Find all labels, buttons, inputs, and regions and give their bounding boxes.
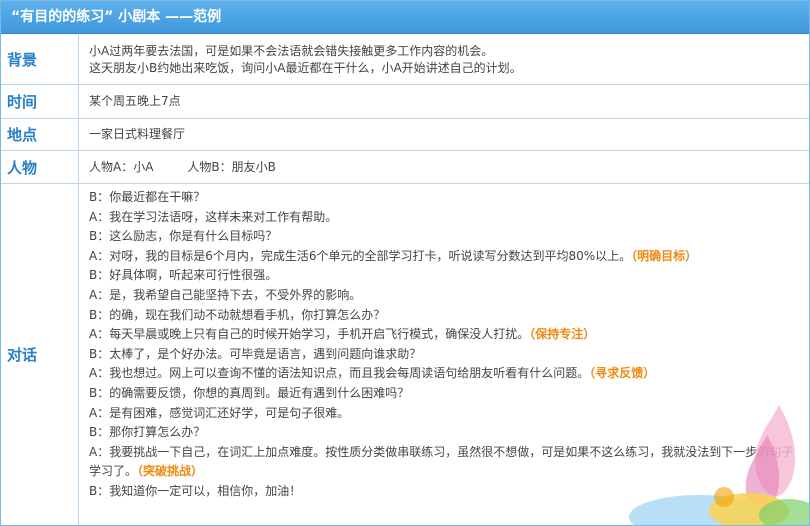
time-content: 某个周五晚上7点	[89, 85, 801, 118]
label-dialog: 对话	[1, 184, 79, 525]
dialog-line: A：是，我希望自己能坚持下去，不受外界的影响。	[89, 287, 362, 302]
row-background: 背景 小A过两年要去法国，可是如果不会法语就会错失接触更多工作内容的机会。 这天…	[1, 35, 809, 85]
tag-stay-focused: （保持专注）	[529, 327, 596, 342]
dialog-line: B：你最近都在干嘛？	[89, 190, 206, 204]
dialog-line: A：我也想过。网上可以查询不懂的语法知识点，而且我会每周读语句给朋友听看有什么问…	[89, 366, 656, 381]
script-card: “有目的的练习” 小剧本 ——范例 背景 小A过两年要去法国，可是如果不会法语就…	[0, 0, 810, 526]
label-persons: 人物	[1, 151, 79, 183]
background-line: 这天朋友小B约她出来吃饭，询问小A最近都在干什么，小A开始讲述自己的计划。	[89, 60, 522, 75]
tag-break-challenge: （突破挑战）	[137, 464, 204, 479]
dialog-line: A：我在学习法语呀，这样未来对工作有帮助。	[89, 209, 338, 224]
label-place: 地点	[1, 119, 79, 150]
dialog-line: B：我知道你一定可以，相信你，加油！	[89, 483, 302, 498]
persons-line: 人物A：小A 人物B：朋友小B	[89, 159, 801, 176]
dialog-line: A：对呀，我的目标是6个月内，完成生活6个单元的全部学习打卡，听说读写分数达到平…	[89, 248, 698, 263]
time-value: 某个周五晚上7点	[89, 94, 181, 108]
background-line: 小A过两年要去法国，可是如果不会法语就会错失接触更多工作内容的机会。	[89, 43, 494, 58]
row-dialog: 对话 B：你最近都在干嘛？ A：我在学习法语呀，这样未来对工作有帮助。 B：这么…	[1, 184, 809, 525]
person-b: 人物B：朋友小B	[187, 159, 276, 174]
dialog-line: B：的确需要反馈，你想的真周到。最近有遇到什么困难吗？	[89, 385, 410, 400]
label-background: 背景	[1, 35, 79, 84]
tag-seek-feedback: （寻求反馈）	[589, 366, 656, 381]
dialog-line: B：那你打算怎么办？	[89, 425, 206, 440]
dialog-line: A：我要挑战一下自己，在词汇上加点难度。按性质分类做串联练习，虽然很不想做，可是…	[89, 444, 794, 479]
row-time: 时间 某个周五晚上7点	[1, 85, 809, 119]
dialog-line: B：这么励志，你是有什么目标吗？	[89, 229, 278, 244]
page-title: “有目的的练习” 小剧本 ——范例	[1, 1, 809, 34]
dialog-line: B：好具体啊，听起来可行性很强。	[89, 268, 278, 283]
row-place: 地点 一家日式料理餐厅	[1, 119, 809, 151]
dialog-line: A：是有困难，感觉词汇还好学，可是句子很难。	[89, 405, 350, 420]
dialog-line: B：太棒了，是个好办法。可毕竟是语言，遇到问题向谁求助？	[89, 346, 422, 361]
place-value: 一家日式料理餐厅	[89, 127, 186, 141]
dialog-line: B：的确，现在我们动不动就想看手机，你打算怎么办？	[89, 307, 386, 322]
persons-content: 人物A：小A 人物B：朋友小B	[89, 151, 801, 183]
place-content: 一家日式料理餐厅	[89, 119, 801, 150]
background-content: 小A过两年要去法国，可是如果不会法语就会错失接触更多工作内容的机会。 这天朋友小…	[89, 35, 801, 84]
dialog-line: A：每天早晨或晚上只有自己的时候开始学习，手机开启飞行模式，确保没人打扰。（保持…	[89, 327, 596, 342]
person-a: 人物A：小A	[89, 159, 154, 174]
label-time: 时间	[1, 85, 79, 118]
row-persons: 人物 人物A：小A 人物B：朋友小B	[1, 151, 809, 184]
dialog-content: B：你最近都在干嘛？ A：我在学习法语呀，这样未来对工作有帮助。 B：这么励志，…	[89, 184, 801, 525]
tag-clear-goal: （明确目标）	[631, 248, 698, 263]
